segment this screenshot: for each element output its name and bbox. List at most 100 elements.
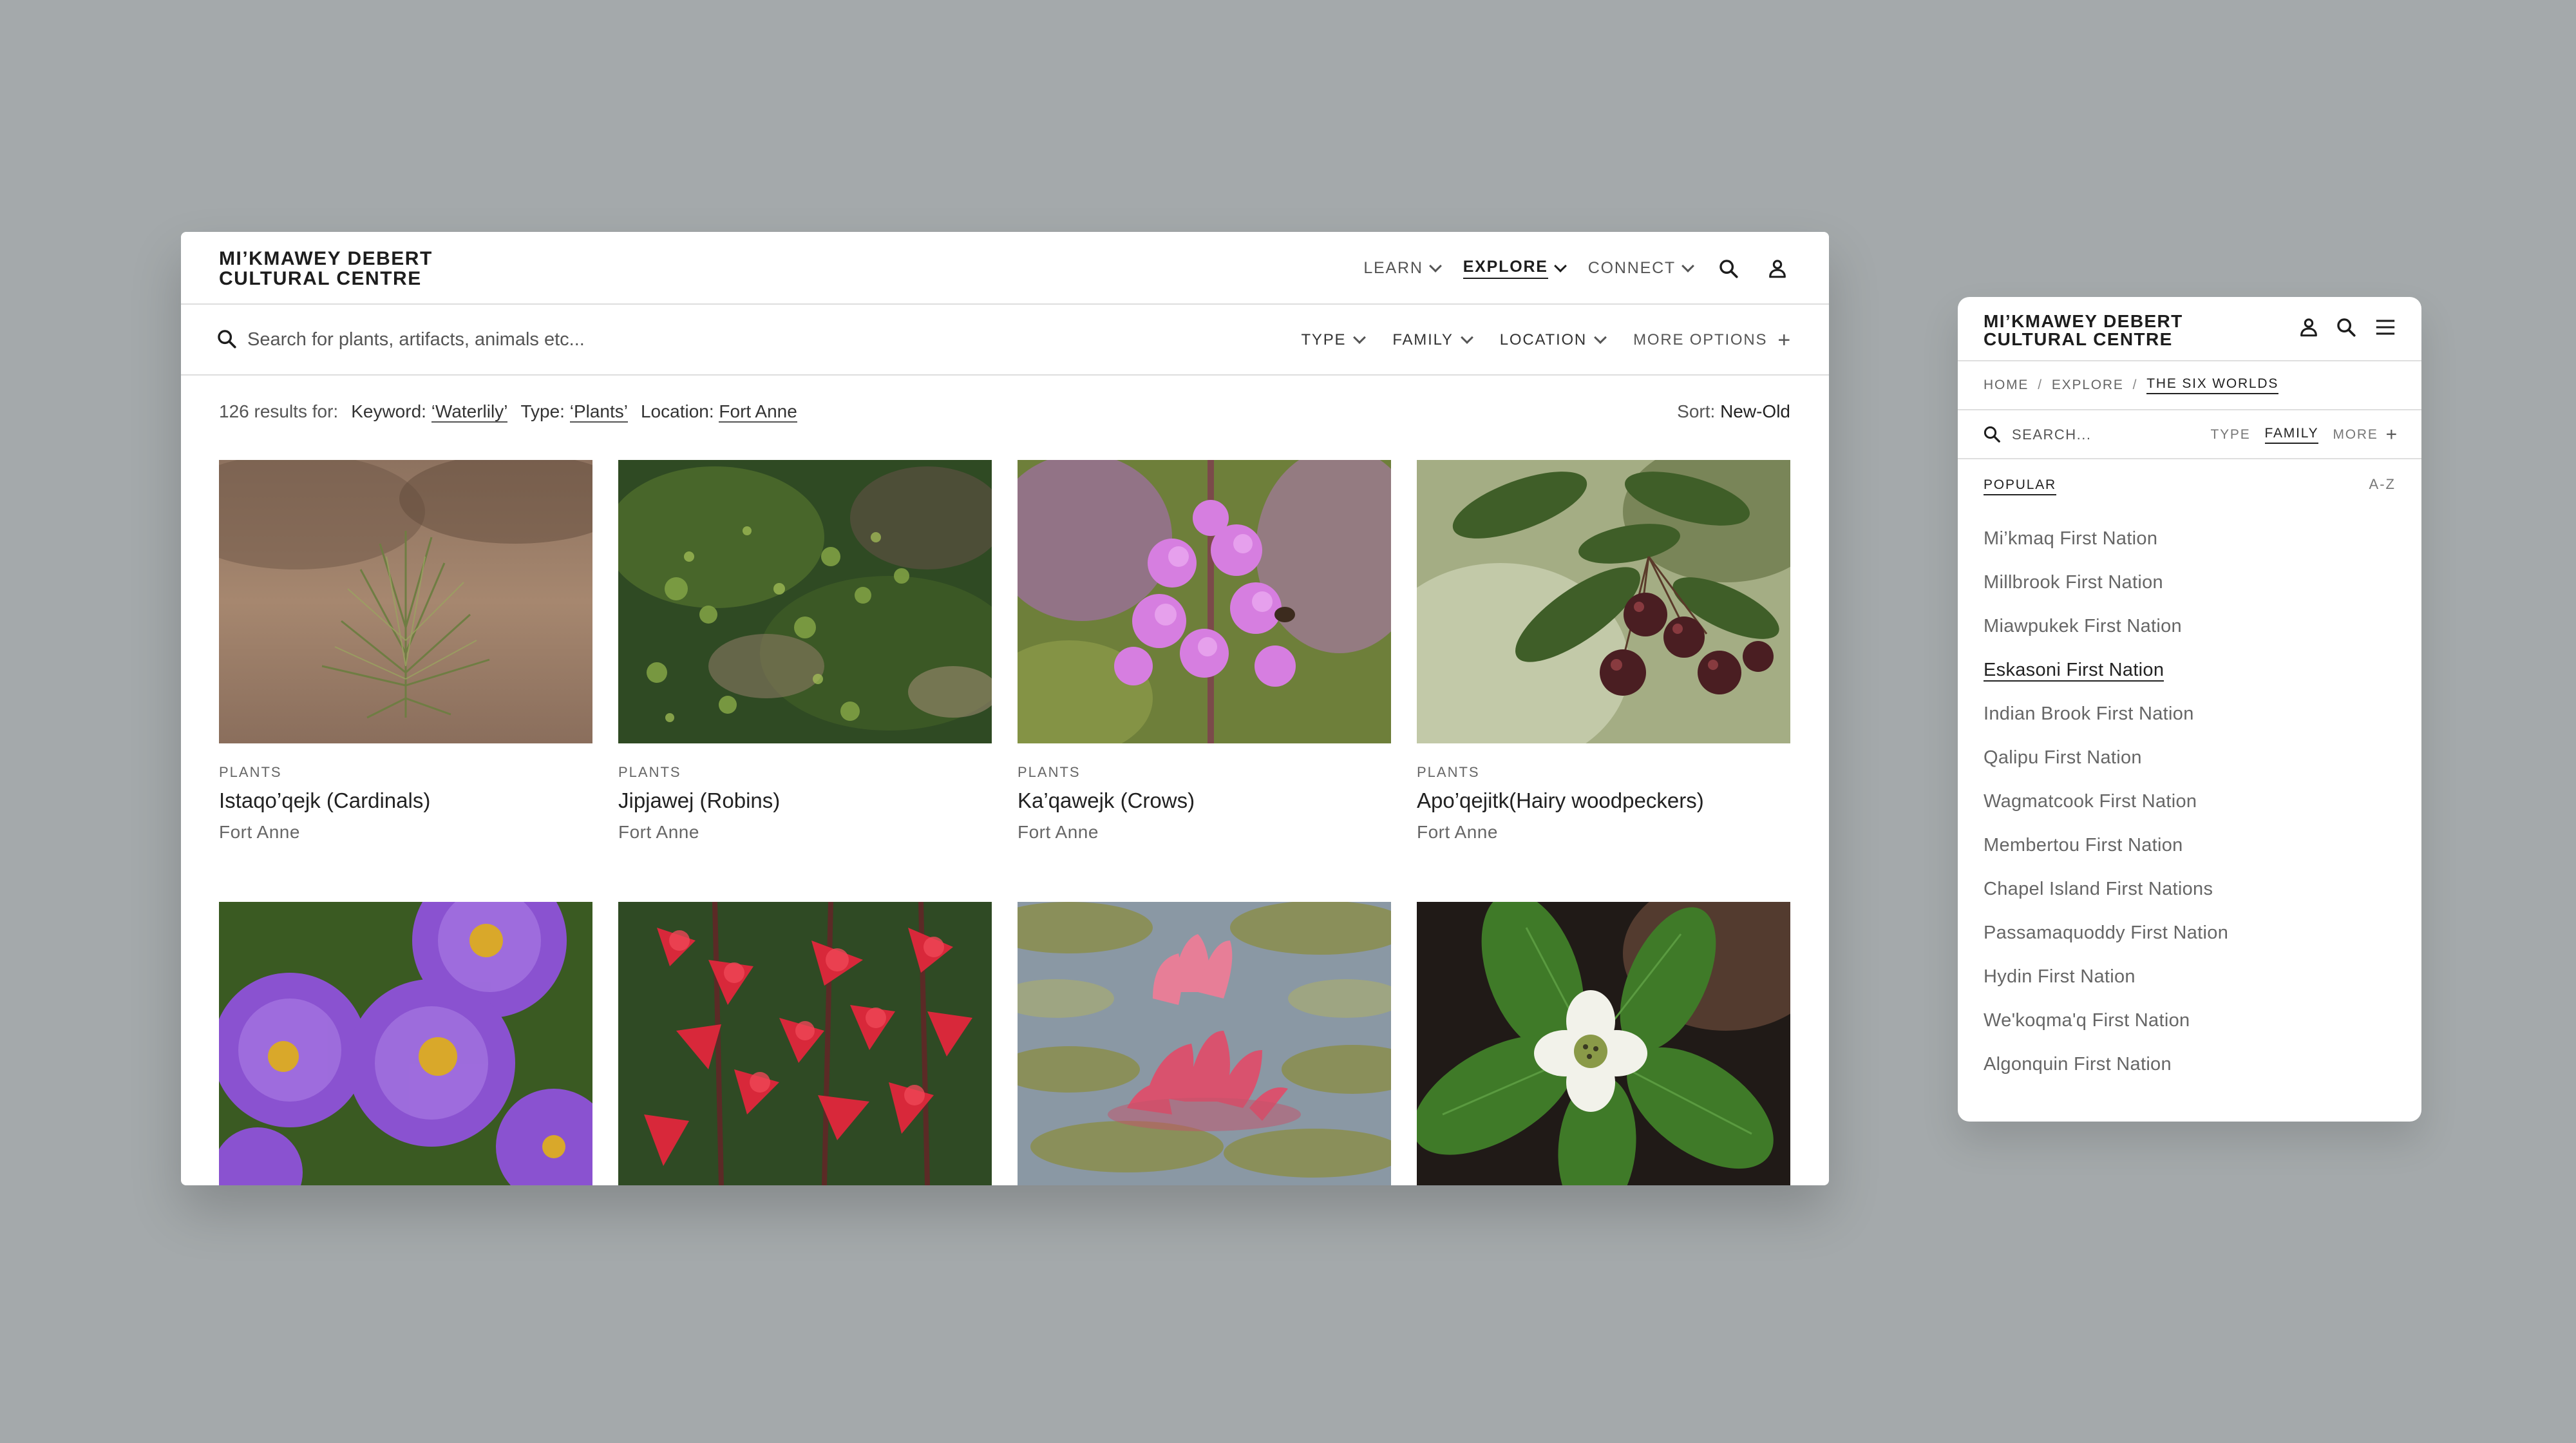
breadcrumb-explore[interactable]: EXPLORE [2052,377,2124,393]
logo-line-2: CULTURAL CENTRE [1984,329,2173,349]
breadcrumb: HOME / EXPLORE / THE SIX WORLDS [1958,361,2421,410]
bunchberry-image [1417,902,1790,1185]
search-icon [216,328,238,353]
list-item[interactable]: Eskasoni First Nation [1984,660,2228,703]
card-title: Istaqo’qejk (Cardinals) [219,788,431,812]
berries-image [1417,460,1790,743]
logo-line-2: CULTURAL CENTRE [219,268,422,289]
list-item-label: Hydin First Nation [1984,966,2136,987]
result-card[interactable] [1018,902,1391,1185]
chevron-down-icon [1681,259,1694,272]
list-item[interactable]: Hydin First Nation [1984,966,2228,1010]
more-options-label: MORE OPTIONS [1633,331,1768,349]
plus-icon[interactable]: + [2386,425,2398,444]
list-item[interactable]: Algonquin First Nation [1984,1054,2228,1098]
search-icon[interactable] [2335,316,2357,341]
filter-more[interactable]: MORE [2333,427,2378,443]
list-item[interactable]: Wagmatcook First Nation [1984,791,2228,835]
result-card[interactable] [219,902,592,1185]
results-count: 126 results for: [219,401,339,421]
more-options-button[interactable]: MORE OPTIONS + [1633,329,1792,351]
filter-family[interactable]: FAMILY [2264,426,2319,444]
search-input[interactable] [247,324,1149,355]
menu-icon[interactable] [2372,316,2398,341]
card-title: Apo’qejitk(Hairy woodpeckers) [1417,788,1704,812]
result-card[interactable]: PLANTS Apo’qejitk(Hairy woodpeckers) For… [1417,460,1790,902]
nav-learn[interactable]: LEARN [1363,259,1442,278]
list-item[interactable]: Mi’kmaq First Nation [1984,528,2228,572]
chevron-down-icon [1594,331,1607,344]
logo-line-1: MI’KMAWEY DEBERT [1984,311,2183,331]
sort-tabs: POPULAR A-Z [1958,459,2421,511]
user-icon[interactable] [1765,256,1790,282]
type-filter[interactable]: Type: ‘Plants’ [520,401,628,423]
keyword-label: Keyword: [351,401,426,421]
filter-location[interactable]: LOCATION [1500,331,1607,349]
pine-seedling-image [219,460,592,743]
card-location: Fort Anne [618,822,699,842]
list-item[interactable]: Membertou First Nation [1984,835,2228,879]
list-item-label: Membertou First Nation [1984,835,2183,855]
filter-family-label: FAMILY [1392,331,1454,349]
list-item-label: Eskasoni First Nation [1984,660,2164,682]
sort-label: Sort: [1677,401,1716,421]
result-card[interactable]: PLANTS Jipjawej (Robins) Fort Anne [618,460,992,902]
filter-bar: TYPE FAMILY LOCATION MORE OPTIONS + [1301,305,1792,376]
site-logo[interactable]: MI’KMAWEY DEBERT CULTURAL CENTRE [219,249,433,289]
waterlily-image [1018,902,1391,1185]
filter-family[interactable]: FAMILY [1392,331,1473,349]
keyword-filter[interactable]: Keyword: ‘Waterlily’ [351,401,508,423]
list-item-label: Indian Brook First Nation [1984,703,2194,724]
nav-explore[interactable]: EXPLORE [1463,258,1567,279]
list-item[interactable]: Miawpukek First Nation [1984,616,2228,660]
results-summary: 126 results for: Keyword: ‘Waterlily’ Ty… [219,401,797,423]
breadcrumb-current[interactable]: THE SIX WORLDS [2146,376,2279,394]
main-nav: LEARN EXPLORE CONNECT [1363,232,1790,305]
card-category: PLANTS [219,764,282,780]
location-label: Location: [640,401,714,421]
sort-popular[interactable]: POPULAR [1984,477,2056,495]
list-item-label: Mi’kmaq First Nation [1984,528,2158,549]
filter-type[interactable]: TYPE [1301,331,1367,349]
search-icon [1982,425,2002,447]
list-item[interactable]: Chapel Island First Nations [1984,879,2228,922]
list-item[interactable]: Qalipu First Nation [1984,747,2228,791]
list-item[interactable]: Indian Brook First Nation [1984,703,2228,747]
search-icon[interactable] [1716,256,1741,282]
list-item[interactable]: We'koqma'q First Nation [1984,1010,2228,1054]
list-item-label: We'koqma'q First Nation [1984,1010,2190,1031]
mobile-search-bar: TYPE FAMILY MORE + [1958,410,2421,459]
card-category: PLANTS [1018,764,1081,780]
desktop-window: MI’KMAWEY DEBERT CULTURAL CENTRE LEARN E… [181,232,1829,1185]
nav-connect[interactable]: CONNECT [1588,259,1694,278]
breadcrumb-home[interactable]: HOME [1984,377,2029,393]
result-card[interactable] [1417,902,1790,1185]
result-card[interactable] [618,902,992,1185]
card-location: Fort Anne [1417,822,1498,842]
location-filter[interactable]: Location: Fort Anne [640,401,797,423]
site-logo[interactable]: MI’KMAWEY DEBERT CULTURAL CENTRE [1984,312,2183,349]
list-item-label: Wagmatcook First Nation [1984,791,2197,812]
filter-type[interactable]: TYPE [2210,427,2250,443]
card-category: PLANTS [1417,764,1480,780]
moss-image [618,460,992,743]
sort-a-z[interactable]: A-Z [2369,476,2396,493]
chevron-down-icon [1428,259,1442,272]
result-card[interactable]: PLANTS Ka’qawejk (Crows) Fort Anne [1018,460,1391,902]
chevron-down-icon [1460,331,1473,344]
list-item-label: Algonquin First Nation [1984,1054,2172,1075]
cardinal-flower-image [618,902,992,1185]
list-item-label: Millbrook First Nation [1984,572,2163,593]
sort-control[interactable]: Sort: New-Old [1677,401,1790,422]
nav-explore-label: EXPLORE [1463,258,1548,279]
search-input[interactable] [2012,423,2173,446]
result-card[interactable]: PLANTS Istaqo’qejk (Cardinals) Fort Anne [219,460,592,902]
keyword-value: ‘Waterlily’ [431,401,508,423]
mobile-window: MI’KMAWEY DEBERT CULTURAL CENTRE HOME / … [1958,297,2421,1122]
results-grid: PLANTS Istaqo’qejk (Cardinals) Fort Anne [219,460,1790,1185]
fireweed-image [1018,460,1391,743]
list-item[interactable]: Passamaquoddy First Nation [1984,922,2228,966]
list-item[interactable]: Millbrook First Nation [1984,572,2228,616]
user-icon[interactable] [2298,316,2320,341]
header: MI’KMAWEY DEBERT CULTURAL CENTRE LEARN E… [181,232,1829,305]
